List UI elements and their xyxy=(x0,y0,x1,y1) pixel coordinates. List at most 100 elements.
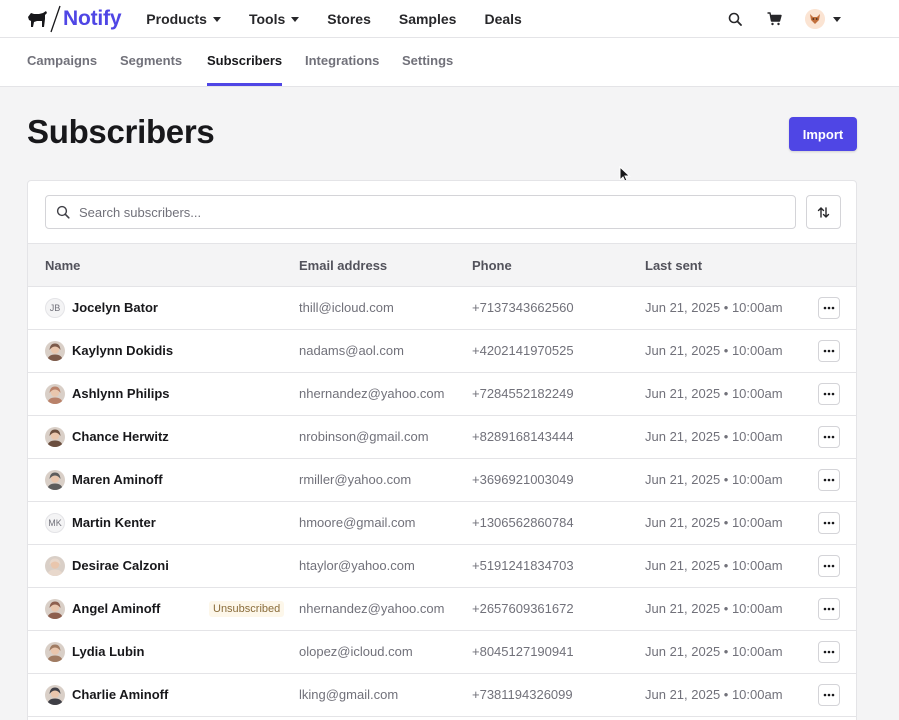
nav-samples[interactable]: Samples xyxy=(399,11,457,27)
avatar xyxy=(45,427,65,447)
more-options-icon xyxy=(823,521,835,525)
row-actions-button[interactable] xyxy=(818,383,840,405)
table-row[interactable]: Kaylynn Dokidis nadams@aol.com +4202141970… xyxy=(28,330,856,373)
row-actions-button[interactable] xyxy=(818,469,840,491)
sub-navigation: Campaigns Segments Subscribers Integrati… xyxy=(0,38,899,87)
more-options-icon xyxy=(823,349,835,353)
subscriber-phone: +1306562860784 xyxy=(472,515,574,530)
tab-settings[interactable]: Settings xyxy=(402,38,453,86)
logo[interactable]: Notify xyxy=(26,0,121,38)
row-actions-button[interactable] xyxy=(818,555,840,577)
column-name[interactable]: Name xyxy=(45,244,80,287)
nav-products-label: Products xyxy=(146,10,207,27)
subscribers-card: Name Email address Phone Last sent JB Joc… xyxy=(27,180,857,720)
avatar xyxy=(45,556,65,576)
top-navigation: Notify Products Tools Stores Samples Dea… xyxy=(0,0,899,38)
row-actions-button[interactable] xyxy=(818,512,840,534)
subscriber-phone: +8289168143444 xyxy=(472,429,574,444)
account-menu[interactable] xyxy=(805,9,841,29)
subscriber-last-sent: Jun 21, 2025 • 10:00am xyxy=(645,515,783,530)
subscriber-name: Ashlynn Philips xyxy=(72,386,170,401)
table-row[interactable]: Lydia Lubin olopez@icloud.com +80451271909… xyxy=(28,631,856,674)
avatar: MK xyxy=(45,513,65,533)
subscriber-last-sent: Jun 21, 2025 • 10:00am xyxy=(645,687,783,702)
subscriber-name: Chance Herwitz xyxy=(72,429,169,444)
search-box[interactable] xyxy=(45,195,796,229)
subscriber-phone: +2657609361672 xyxy=(472,601,574,616)
table-row[interactable]: Ashlynn Philips nhernandez@yahoo.com +7284… xyxy=(28,373,856,416)
more-options-icon xyxy=(823,693,835,697)
page-title: Subscribers xyxy=(27,113,215,150)
table-header: Name Email address Phone Last sent xyxy=(28,243,856,287)
main-menu: Products Tools Stores Samples Deals xyxy=(146,0,550,38)
user-photo-icon xyxy=(45,556,65,576)
user-photo-icon xyxy=(45,470,65,490)
tab-segments[interactable]: Segments xyxy=(120,38,182,86)
subscriber-email: nhernandez@yahoo.com xyxy=(299,601,445,616)
nav-deals[interactable]: Deals xyxy=(484,11,521,27)
cart-icon xyxy=(767,12,782,26)
row-actions-button[interactable] xyxy=(818,426,840,448)
horse-logo-icon xyxy=(28,10,47,27)
brand-name: Notify xyxy=(63,6,122,30)
user-photo-icon xyxy=(45,341,65,361)
tab-integrations[interactable]: Integrations xyxy=(305,38,379,86)
user-photo-icon xyxy=(45,685,65,705)
subscriber-email: nadams@aol.com xyxy=(299,343,404,358)
row-actions-button[interactable] xyxy=(818,598,840,620)
column-last-sent[interactable]: Last sent xyxy=(645,244,702,287)
avatar xyxy=(45,642,65,662)
table-row[interactable]: Chance Herwitz nrobinson@gmail.com +828916… xyxy=(28,416,856,459)
subscriber-last-sent: Jun 21, 2025 • 10:00am xyxy=(645,343,783,358)
import-button[interactable]: Import xyxy=(789,117,857,151)
nav-products[interactable]: Products xyxy=(146,11,221,27)
row-actions-button[interactable] xyxy=(818,297,840,319)
subscriber-name: Martin Kenter xyxy=(72,515,156,530)
subscriber-last-sent: Jun 21, 2025 • 10:00am xyxy=(645,300,783,315)
row-actions-button[interactable] xyxy=(818,684,840,706)
avatar: JB xyxy=(45,298,65,318)
subscriber-phone: +4202141970525 xyxy=(472,343,574,358)
nav-actions xyxy=(726,0,841,38)
table-row[interactable]: JB Jocelyn Bator thill@icloud.com +71373436… xyxy=(28,287,856,330)
subscriber-name: Lydia Lubin xyxy=(72,644,145,659)
table-row[interactable]: Maren Aminoff rmiller@yahoo.com +369692100… xyxy=(28,459,856,502)
more-options-icon xyxy=(823,564,835,568)
column-email[interactable]: Email address xyxy=(299,244,387,287)
status-badge: Unsubscribed xyxy=(209,601,285,617)
logo-slash-icon xyxy=(50,5,61,32)
tab-campaigns[interactable]: Campaigns xyxy=(27,38,97,86)
row-actions-button[interactable] xyxy=(818,641,840,663)
table-row[interactable]: MK Martin Kenter hmoore@gmail.com +13065628… xyxy=(28,502,856,545)
sort-button[interactable] xyxy=(806,195,841,229)
table-row[interactable]: Angel Aminoff nhernandez@yahoo.com +265760… xyxy=(28,588,856,631)
subscriber-phone: +3696921003049 xyxy=(472,472,574,487)
row-actions-button[interactable] xyxy=(818,340,840,362)
tab-subscribers[interactable]: Subscribers xyxy=(207,38,283,86)
avatar xyxy=(45,685,65,705)
user-avatar-icon xyxy=(805,9,825,29)
nav-stores[interactable]: Stores xyxy=(327,11,371,27)
table-row[interactable]: Desirae Calzoni htaylor@yahoo.com +5191241… xyxy=(28,545,856,588)
avatar xyxy=(45,470,65,490)
subscriber-email: olopez@icloud.com xyxy=(299,644,413,659)
table-row[interactable]: Charlie Aminoff lking@gmail.com +738119432… xyxy=(28,674,856,717)
nav-deals-label: Deals xyxy=(484,10,522,27)
column-phone[interactable]: Phone xyxy=(472,244,512,287)
chevron-down-icon xyxy=(833,17,841,22)
chevron-down-icon xyxy=(291,16,300,22)
subscriber-last-sent: Jun 21, 2025 • 10:00am xyxy=(645,472,783,487)
cart-button[interactable] xyxy=(765,10,783,28)
search-icon xyxy=(728,12,742,26)
avatar xyxy=(45,384,65,404)
nav-stores-label: Stores xyxy=(327,10,371,27)
search-input[interactable] xyxy=(79,204,769,220)
more-options-icon xyxy=(823,306,835,310)
user-photo-icon xyxy=(45,427,65,447)
subscriber-name: Charlie Aminoff xyxy=(72,687,169,702)
avatar-initials: MK xyxy=(48,518,62,528)
nav-tools[interactable]: Tools xyxy=(248,10,300,27)
subscriber-email: lking@gmail.com xyxy=(299,687,399,702)
search-button[interactable] xyxy=(726,10,744,28)
nav-tools-label: Tools xyxy=(248,10,286,27)
